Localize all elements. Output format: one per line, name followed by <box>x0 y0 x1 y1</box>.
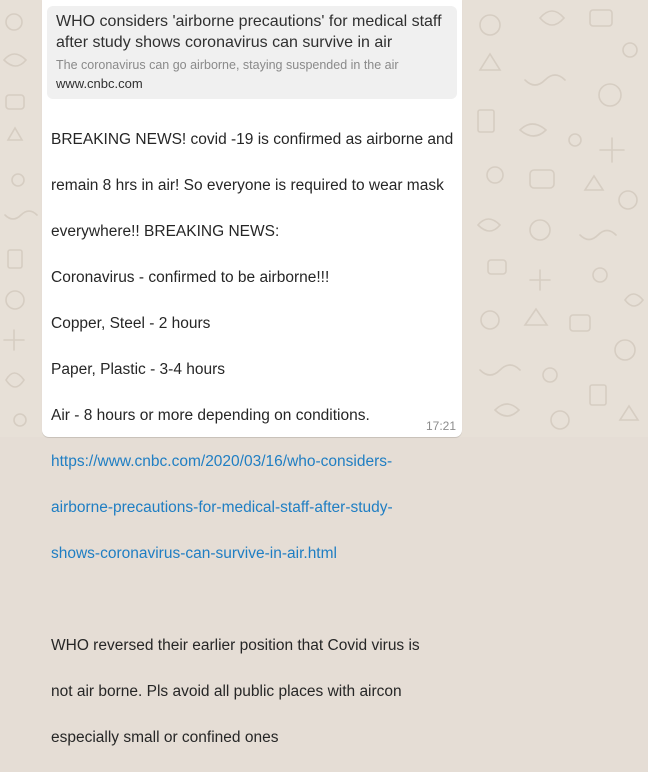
link-preview-description: The coronavirus can go airborne, staying… <box>56 58 399 72</box>
message-link-line[interactable]: https://www.cnbc.com/2020/03/16/who-cons… <box>51 450 456 473</box>
message-line: especially small or confined ones <box>51 729 279 746</box>
message-text: BREAKING NEWS! covid -19 is confirmed as… <box>51 105 456 772</box>
message-link-line[interactable]: shows-coronavirus-can-survive-in-air.htm… <box>51 542 456 565</box>
message-timestamp: 17:21 <box>425 419 456 433</box>
link-preview-domain: www.cnbc.com <box>56 76 143 91</box>
message-line: Paper, Plastic - 3-4 hours <box>51 361 226 378</box>
message-line: BREAKING NEWS! covid -19 is confirmed as… <box>51 131 454 148</box>
message-line: not air borne. Pls avoid all public plac… <box>51 683 402 700</box>
message-line: remain 8 hrs in air! So everyone is requ… <box>51 177 444 194</box>
message-line: WHO reversed their earlier position that… <box>51 637 420 654</box>
message-line: everywhere!! BREAKING NEWS: <box>51 223 280 240</box>
link-preview-card[interactable]: WHO considers 'airborne precautions' for… <box>47 6 457 99</box>
message-link-line[interactable]: airborne-precautions-for-medical-staff-a… <box>51 496 456 519</box>
message-line: Coronavirus - confirmed to be airborne!!… <box>51 269 330 286</box>
message-line: Air - 8 hours or more depending on condi… <box>51 407 370 424</box>
message-line: Copper, Steel - 2 hours <box>51 315 211 332</box>
message-bubble: WHO considers 'airborne precautions' for… <box>42 0 462 746</box>
link-preview-title[interactable]: WHO considers 'airborne precautions' for… <box>56 11 451 53</box>
